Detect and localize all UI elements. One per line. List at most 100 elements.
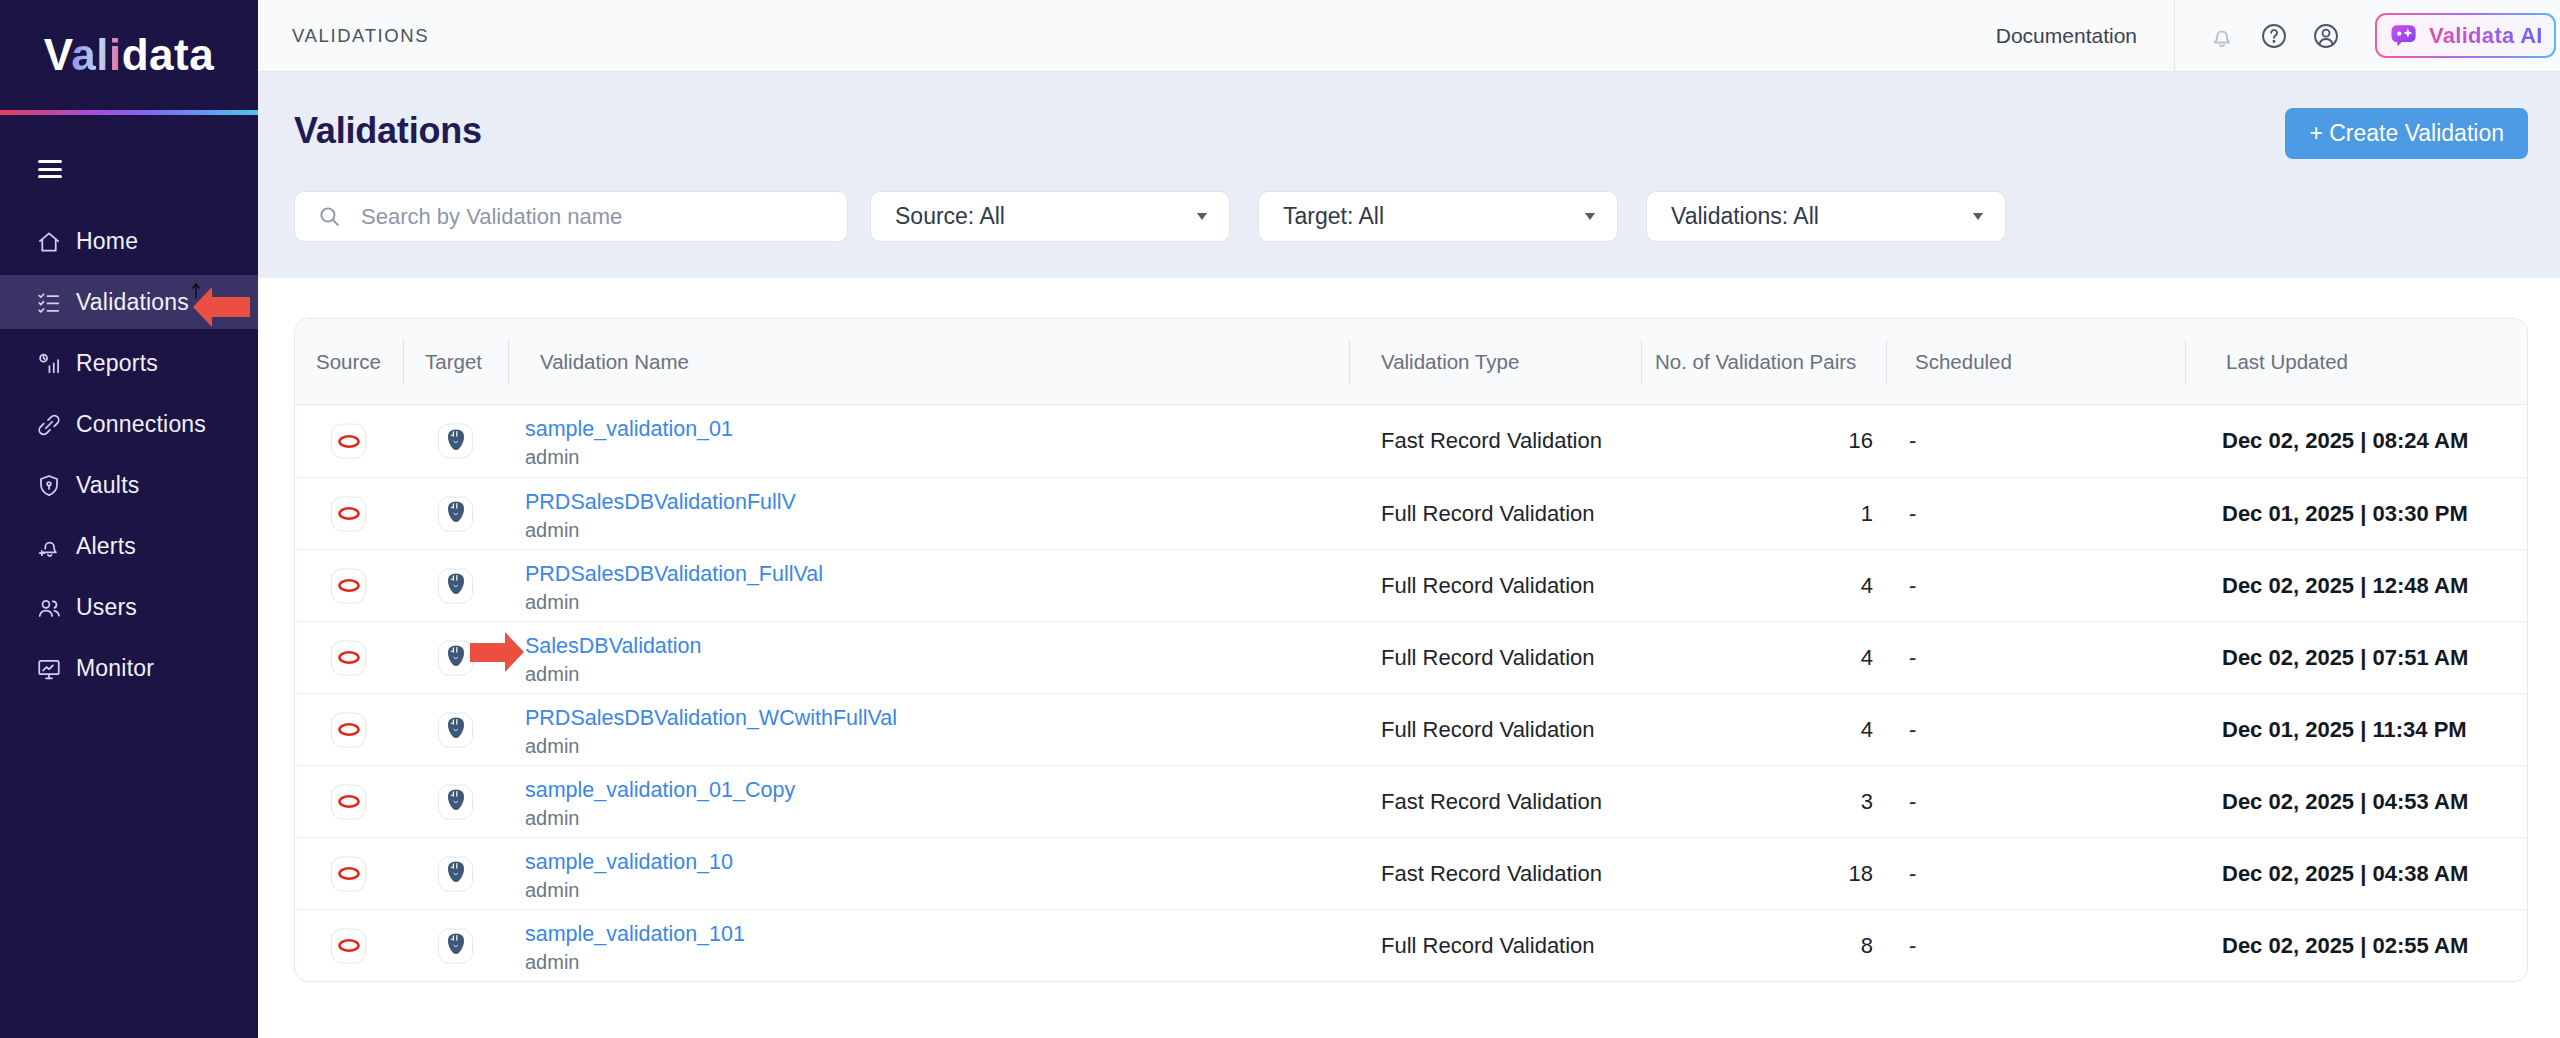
validation-pairs-cell: 1 [1655, 478, 1873, 549]
postgresql-icon [446, 645, 466, 671]
validations-table: SourceTargetValidation NameValidation Ty… [294, 318, 2528, 982]
table-row: PRDSalesDBValidation_WCwithFullValadmin F… [295, 693, 2527, 765]
validation-owner: admin [525, 444, 733, 471]
validation-type-cell: Full Record Validation [1381, 622, 1595, 693]
oracle-icon [337, 574, 361, 598]
create-validation-button[interactable]: + Create Validation [2285, 108, 2528, 159]
sidebar-item-label: Connections [76, 411, 206, 438]
hamburger-menu-icon[interactable] [38, 160, 64, 183]
source-db-icon-box [331, 712, 366, 747]
validation-pairs-cell: 18 [1655, 838, 1873, 909]
table-row: PRDSalesDBValidation_FullValadmin Full Re… [295, 549, 2527, 621]
validation-pairs-cell: 4 [1655, 622, 1873, 693]
target-db-icon-box [438, 712, 473, 747]
validata-ai-button[interactable]: Validata AI [2375, 13, 2556, 58]
sidebar: Validata HomeValidationsReportsConnectio… [0, 0, 258, 1038]
oracle-icon [337, 790, 361, 814]
validation-name-cell: sample_validation_01admin [525, 414, 733, 471]
source-db-icon-box [331, 568, 366, 603]
account-icon[interactable] [2312, 22, 2340, 50]
target-db-icon-box [438, 496, 473, 531]
scheduled-cell: - [1909, 478, 1916, 549]
sidebar-item-users[interactable]: Users [0, 577, 258, 638]
target-db-icon-box [438, 928, 473, 963]
validation-type-cell: Full Record Validation [1381, 910, 1595, 981]
annotation-arrow-salesdb [470, 632, 524, 672]
postgresql-icon [446, 789, 466, 815]
search-box [294, 191, 848, 242]
validation-name-cell: sample_validation_10admin [525, 847, 733, 904]
sidebar-item-home[interactable]: Home [0, 211, 258, 272]
sidebar-item-label: Alerts [76, 533, 136, 560]
vaults-icon [36, 473, 62, 499]
topbar-divider [2174, 0, 2175, 71]
source-db-icon-box [331, 928, 366, 963]
target-db-icon-box [438, 640, 473, 675]
validation-pairs-cell: 8 [1655, 910, 1873, 981]
help-icon[interactable] [2260, 22, 2288, 50]
sidebar-item-label: Vaults [76, 472, 139, 499]
oracle-icon [337, 502, 361, 526]
target-db-icon-box [438, 856, 473, 891]
sidebar-nav: Home Validations Reports Connections Vaults A… [0, 211, 258, 699]
table-row: SalesDBValidationadmin Full Record Valida… [295, 621, 2527, 693]
ai-chat-icon [2389, 21, 2419, 51]
validation-type-cell: Fast Record Validation [1381, 405, 1602, 477]
reports-icon [36, 351, 62, 377]
target-filter[interactable]: Target: All [1258, 191, 1618, 242]
sidebar-item-label: Validations [76, 289, 189, 316]
monitor-icon [36, 656, 62, 682]
validation-name-link[interactable]: PRDSalesDBValidation_WCwithFullVal [525, 703, 897, 733]
search-input[interactable] [361, 204, 801, 230]
validation-owner: admin [525, 805, 795, 832]
validation-owner: admin [525, 589, 823, 616]
validation-type-cell: Full Record Validation [1381, 478, 1595, 549]
notifications-bell-icon[interactable] [2208, 22, 2236, 50]
validation-name-link[interactable]: sample_validation_01 [525, 414, 733, 444]
postgresql-icon [446, 501, 466, 527]
brand-logo-gradient: ali [71, 30, 121, 79]
validation-owner: admin [525, 733, 897, 760]
validation-name-link[interactable]: sample_validation_01_Copy [525, 775, 795, 805]
validation-name-link[interactable]: PRDSalesDBValidationFullV [525, 487, 796, 517]
column-header-validation-type: Validation Type [1381, 319, 1519, 405]
home-icon [36, 229, 62, 255]
validation-name-link[interactable]: sample_validation_10 [525, 847, 733, 877]
sidebar-item-monitor[interactable]: Monitor [0, 638, 258, 699]
validation-name-link[interactable]: SalesDBValidation [525, 631, 701, 661]
validation-name-cell: PRDSalesDBValidation_FullValadmin [525, 559, 823, 616]
validation-type-cell: Fast Record Validation [1381, 766, 1602, 837]
header-divider [1641, 339, 1642, 385]
source-filter[interactable]: Source: All [870, 191, 1230, 242]
oracle-icon [337, 718, 361, 742]
table-row: sample_validation_101admin Full Record Va… [295, 909, 2527, 981]
validation-owner: admin [525, 949, 745, 976]
sidebar-item-reports[interactable]: Reports [0, 333, 258, 394]
validation-name-link[interactable]: PRDSalesDBValidation_FullVal [525, 559, 823, 589]
validations-filter[interactable]: Validations: All [1646, 191, 2006, 242]
last-updated-cell: Dec 01, 2025 | 11:34 PM [2222, 694, 2467, 765]
validation-type-cell: Full Record Validation [1381, 550, 1595, 621]
sidebar-item-vaults[interactable]: Vaults [0, 455, 258, 516]
validation-name-link[interactable]: sample_validation_101 [525, 919, 745, 949]
validation-pairs-cell: 4 [1655, 550, 1873, 621]
scheduled-cell: - [1909, 838, 1916, 909]
header-divider [508, 339, 509, 385]
validation-name-cell: SalesDBValidationadmin [525, 631, 701, 688]
sidebar-item-connections[interactable]: Connections [0, 394, 258, 455]
sidebar-item-label: Users [76, 594, 137, 621]
validation-pairs-cell: 16 [1655, 405, 1873, 477]
validation-type-cell: Fast Record Validation [1381, 838, 1602, 909]
sidebar-item-alerts[interactable]: Alerts [0, 516, 258, 577]
table-row: PRDSalesDBValidationFullVadminFull Recor… [295, 477, 2527, 549]
validation-type-cell: Full Record Validation [1381, 694, 1595, 765]
oracle-icon [337, 429, 361, 453]
last-updated-cell: Dec 02, 2025 | 12:48 AM [2222, 550, 2468, 621]
documentation-link[interactable]: Documentation [1996, 0, 2137, 71]
search-icon [317, 204, 342, 229]
scheduled-cell: - [1909, 766, 1916, 837]
hero-section: Validations + Create Validation Source: … [258, 72, 2560, 278]
postgresql-icon [446, 573, 466, 599]
target-db-icon-box [438, 568, 473, 603]
postgresql-icon [446, 428, 466, 454]
